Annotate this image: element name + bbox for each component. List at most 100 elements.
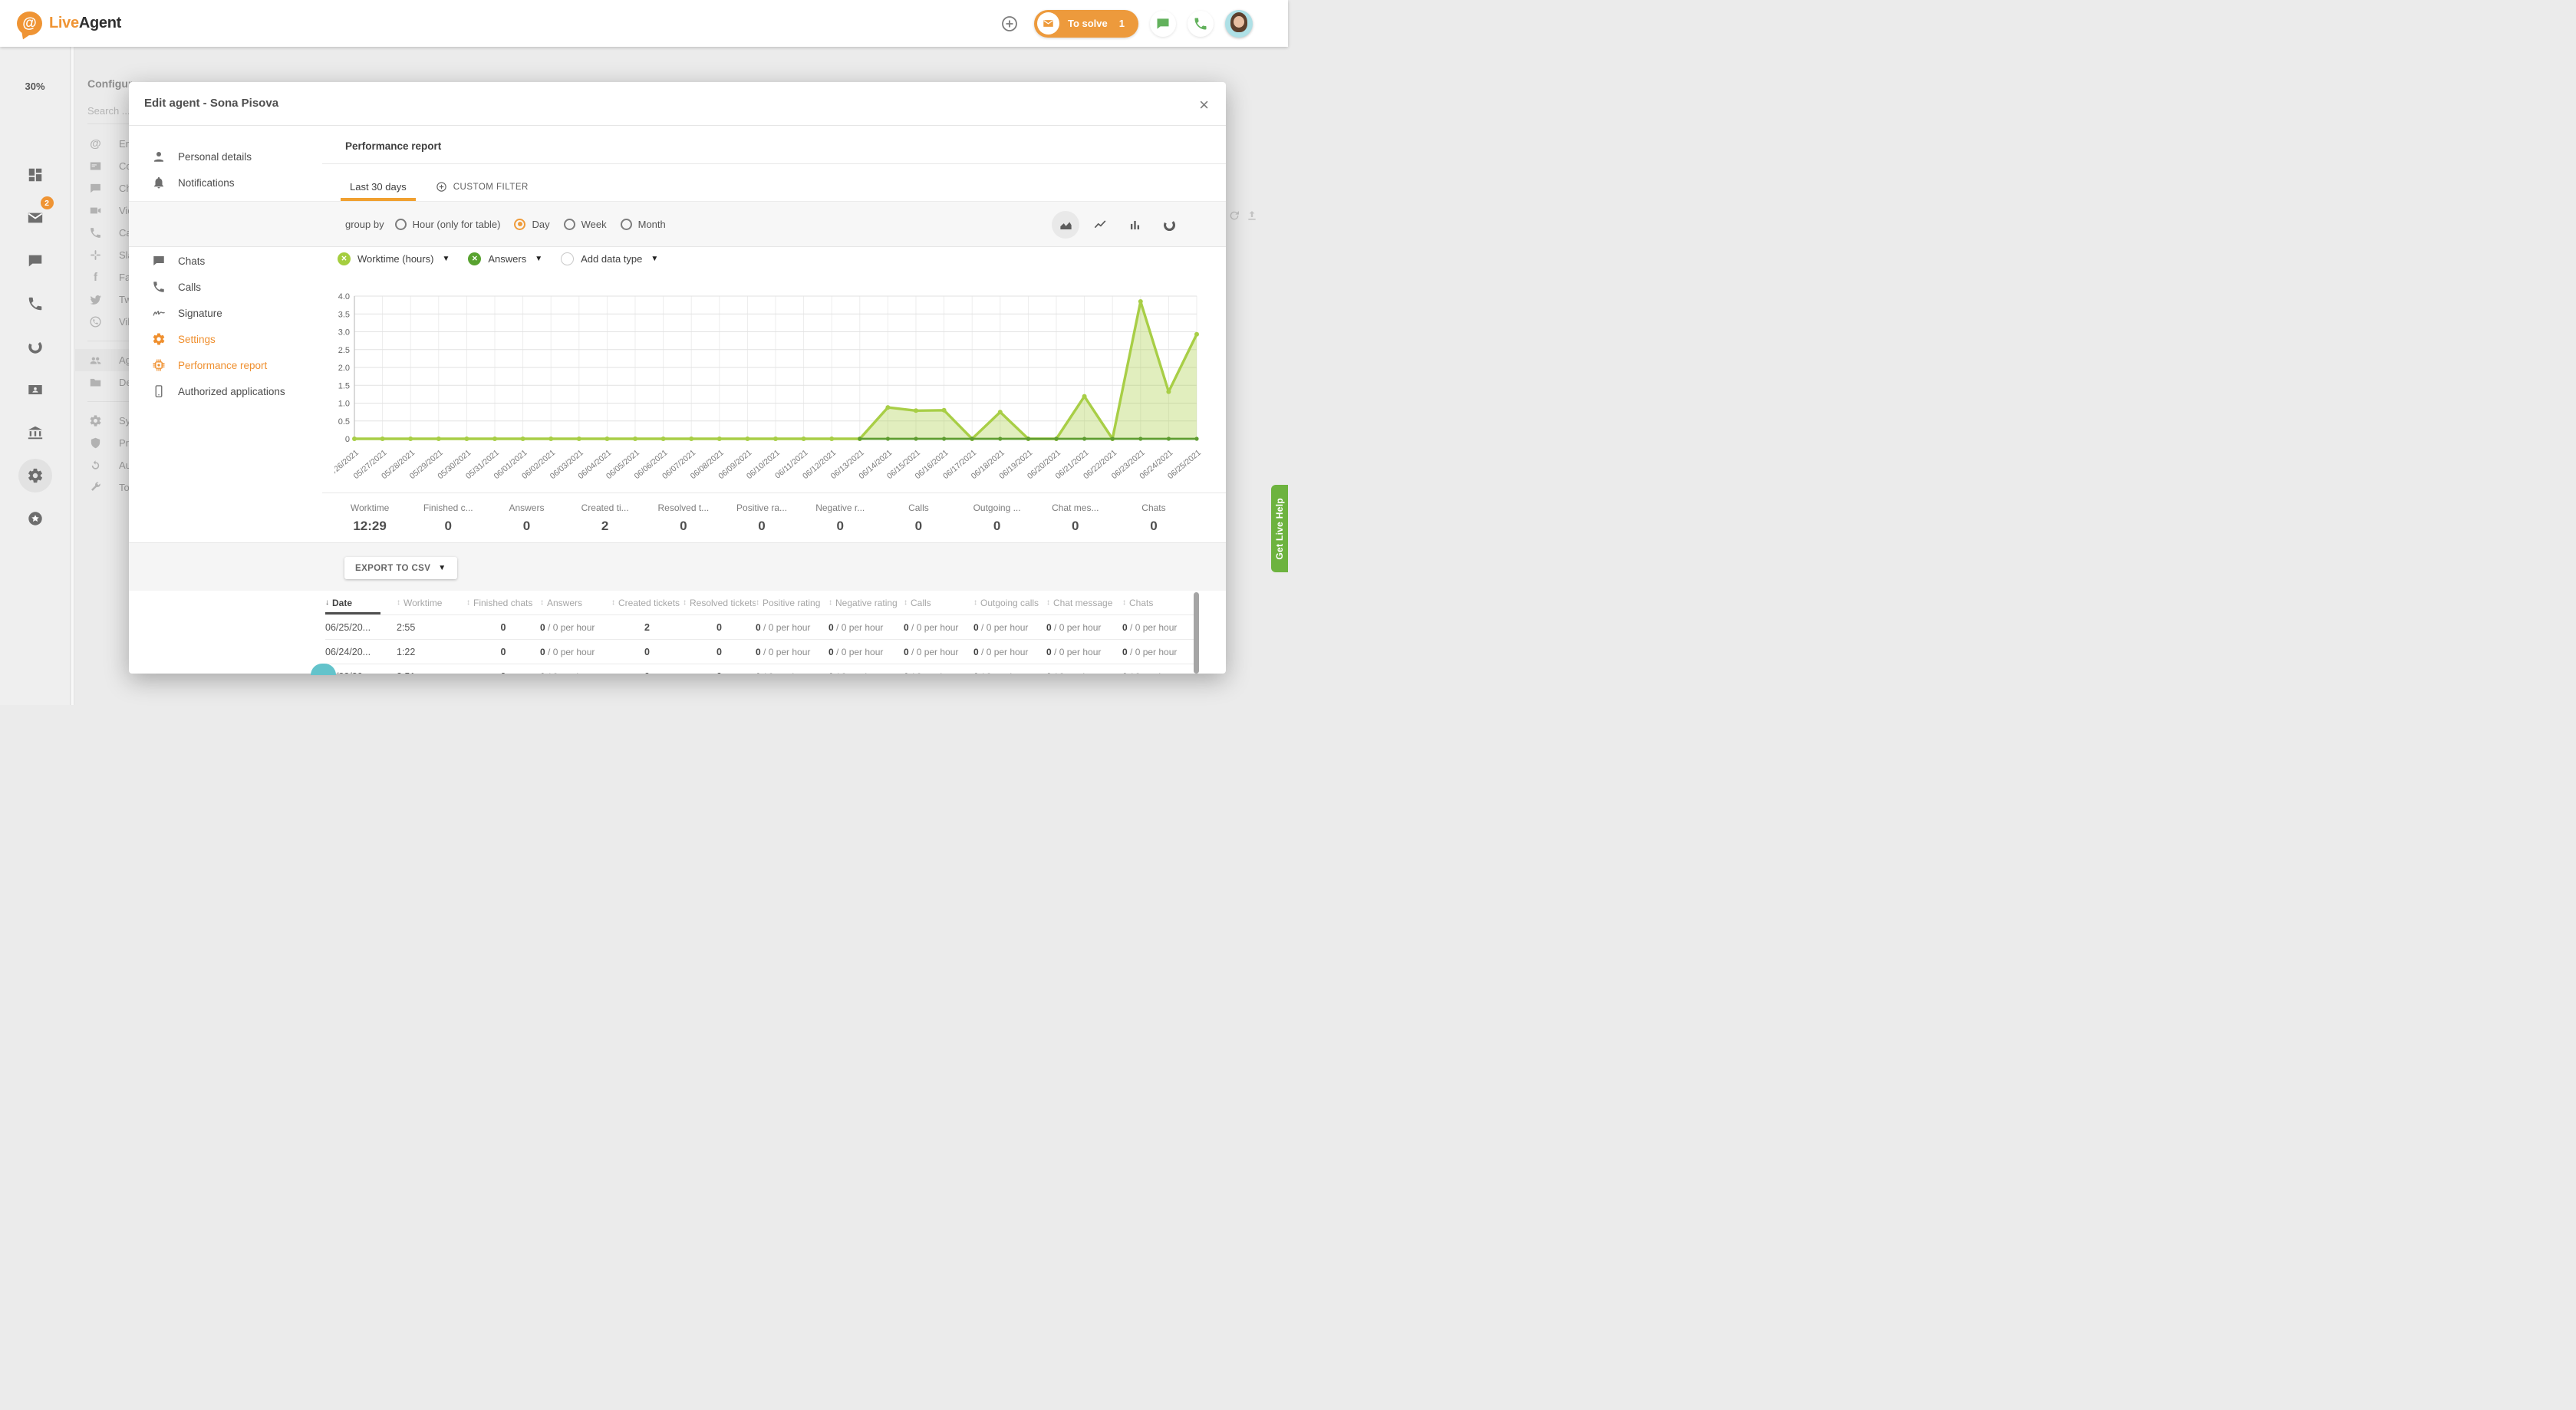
edit-agent-modal: Edit agent - Sona Pisova × Personal deta… <box>129 82 1226 674</box>
column-header-created-tickets[interactable]: ↕Created tickets <box>611 598 683 608</box>
group-by-hour-only-for-table[interactable]: Hour (only for table) <box>395 219 501 230</box>
group-by-week[interactable]: Week <box>564 219 607 230</box>
svg-text:0.5: 0.5 <box>338 417 350 427</box>
column-header-calls[interactable]: ↕Calls <box>904 598 973 608</box>
configuration-title: Configur <box>87 77 132 90</box>
table-cell: 0 / 0 per hour <box>1046 647 1122 657</box>
usage-percent: 30% <box>0 81 70 92</box>
table-cell: 0 / 0 per hour <box>904 647 973 657</box>
legend-chip-worktime-hours[interactable]: ✕Worktime (hours)▼ <box>338 252 450 265</box>
chats-quick-button[interactable] <box>1150 11 1176 37</box>
section-title: Performance report <box>345 140 441 152</box>
modal-nav-item-settings[interactable]: Settings <box>129 326 322 352</box>
phone-icon <box>1193 16 1208 31</box>
legend-chip-answers[interactable]: ✕Answers▼ <box>468 252 542 265</box>
stat-calls: Calls0 <box>879 502 957 534</box>
sidebar-item-dashboard[interactable] <box>18 158 52 192</box>
group-by-day[interactable]: Day <box>514 219 549 230</box>
column-header-finished-chats[interactable]: ↕Finished chats <box>466 598 540 608</box>
panel-scrollbar[interactable] <box>71 47 74 705</box>
column-header-negative-rating[interactable]: ↕Negative rating <box>828 598 904 608</box>
table-cell: 0 / 0 per hour <box>904 671 973 674</box>
tab-custom-filter[interactable]: CUSTOM FILTER <box>431 173 533 201</box>
get-live-help-tab[interactable]: Get Live Help <box>1271 485 1288 572</box>
chevron-down-icon: ▼ <box>651 255 658 263</box>
column-header-positive-rating[interactable]: ↕Positive rating <box>756 598 828 608</box>
table-row[interactable]: 06/23/20...3:5100 / 0 per hour000 / 0 pe… <box>325 664 1195 674</box>
modal-nav-item-chats[interactable]: Chats <box>129 248 322 274</box>
table-cell: 0 / 0 per hour <box>904 622 973 633</box>
table-scrollbar[interactable] <box>1194 592 1199 674</box>
stat-created-ti: Created ti...2 <box>566 502 644 534</box>
video-icon <box>89 204 102 217</box>
sidebar-item-customers[interactable] <box>18 373 52 407</box>
create-new-button[interactable] <box>996 11 1023 37</box>
to-solve-button[interactable]: To solve 1 <box>1034 10 1138 38</box>
bar-chart-button[interactable] <box>1121 211 1148 239</box>
liveagent-logo[interactable]: @ LiveAgent <box>17 12 121 35</box>
line-chart-button[interactable] <box>1086 211 1114 239</box>
remove-series-icon[interactable]: ✕ <box>338 252 351 265</box>
column-header-chats[interactable]: ↕Chats <box>1122 598 1188 608</box>
tab-last-30-days[interactable]: Last 30 days <box>345 173 411 201</box>
refresh-icon[interactable] <box>1228 209 1240 226</box>
summary-stats-row: Worktime12:29Finished c...0Answers0Creat… <box>331 502 1193 534</box>
table-cell: 0 / 0 per hour <box>756 647 828 657</box>
radio-icon <box>514 219 525 230</box>
table-cell: 0 / 0 per hour <box>540 671 611 674</box>
sidebar-item-reports[interactable] <box>18 330 52 364</box>
table-cell: 0 / 0 per hour <box>973 622 1046 633</box>
table-cell: 0 / 0 per hour <box>973 671 1046 674</box>
modal-nav-item-calls[interactable]: Calls <box>129 274 322 300</box>
svg-text:0: 0 <box>345 435 350 444</box>
stat-finished-c: Finished c...0 <box>409 502 487 534</box>
modal-nav-item-signature[interactable]: Signature <box>129 300 322 326</box>
stat-chat-mes: Chat mes...0 <box>1036 502 1115 534</box>
modal-nav-item-performance-report[interactable]: Performance report <box>129 352 322 378</box>
donut-chart-button[interactable] <box>1155 211 1183 239</box>
svg-text:1.0: 1.0 <box>338 400 350 409</box>
table-cell: 0 <box>683 622 756 633</box>
column-header-worktime[interactable]: ↕Worktime <box>397 598 466 608</box>
column-header-answers[interactable]: ↕Answers <box>540 598 611 608</box>
sort-icon: ↕ <box>973 598 977 607</box>
column-header-date[interactable]: ↓Date <box>325 598 397 608</box>
svg-text:2.5: 2.5 <box>338 346 350 355</box>
modal-nav-item-authorized-applications[interactable]: Authorized applications <box>129 378 322 404</box>
table-cell: 06/25/20... <box>325 622 397 633</box>
calls-quick-button[interactable] <box>1188 11 1214 37</box>
group-by-month[interactable]: Month <box>621 219 666 230</box>
sidebar-item-calls[interactable] <box>18 287 52 321</box>
column-header-outgoing-calls[interactable]: ↕Outgoing calls <box>973 598 1046 608</box>
column-header-resolved-tickets[interactable]: ↕Resolved tickets <box>683 598 756 608</box>
chevron-down-icon: ▼ <box>535 255 542 263</box>
search-input[interactable]: Search ... <box>87 105 130 117</box>
column-header-chat-message[interactable]: ↕Chat message <box>1046 598 1122 608</box>
gear-icon <box>89 414 102 427</box>
svg-text:3.5: 3.5 <box>338 310 350 319</box>
sidebar-item-tickets[interactable]: 2 <box>18 201 52 235</box>
sidebar-item-knowledge-base[interactable] <box>18 416 52 450</box>
phone-icon <box>152 280 166 294</box>
remove-series-icon[interactable]: ✕ <box>468 252 481 265</box>
table-row[interactable]: 06/24/20...1:2200 / 0 per hour000 / 0 pe… <box>325 639 1195 664</box>
close-icon[interactable]: × <box>1194 92 1214 118</box>
sidebar-item-configuration[interactable] <box>18 459 52 493</box>
add-series-icon[interactable] <box>561 252 574 265</box>
modal-header: Edit agent - Sona Pisova × <box>129 82 1226 126</box>
table-cell: 0 / 0 per hour <box>1122 647 1188 657</box>
sort-indicator <box>325 612 380 614</box>
sidebar-item-starred[interactable] <box>18 502 52 535</box>
stat-negative-r: Negative r...0 <box>801 502 879 534</box>
sidebar-item-chats[interactable] <box>18 244 52 278</box>
export-to-csv-button[interactable]: EXPORT TO CSV▼ <box>344 557 457 579</box>
modal-nav-item-personal-details[interactable]: Personal details <box>129 143 322 170</box>
modal-nav-item-notifications[interactable]: Notifications <box>129 170 322 196</box>
viber-icon <box>89 315 102 328</box>
sort-icon: ↕ <box>397 598 400 607</box>
legend-chip-add-data-type[interactable]: Add data type▼ <box>561 252 658 265</box>
upload-icon[interactable] <box>1246 209 1258 226</box>
table-row[interactable]: 06/25/20...2:5500 / 0 per hour200 / 0 pe… <box>325 614 1195 639</box>
area-chart-button[interactable] <box>1052 211 1079 239</box>
user-avatar[interactable] <box>1225 10 1253 38</box>
